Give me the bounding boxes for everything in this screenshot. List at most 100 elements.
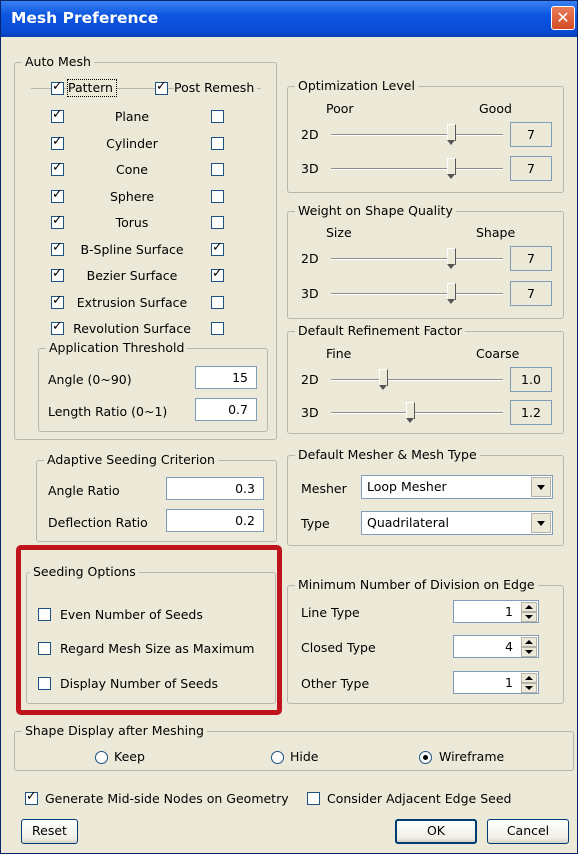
optimization-2d-slider-thumb[interactable] [447,124,457,145]
surface-label-5: Torus [115,215,149,230]
type-label: Type [301,516,330,531]
adjacent-edge-seed-checkbox[interactable] [307,792,320,805]
closed-type-value: 4 [505,639,513,654]
angle-ratio-input[interactable]: 0.3 [166,477,264,500]
mesher-dropdown-arrow-icon[interactable] [531,477,551,497]
min-division-legend: Minimum Number of Division on Edge [295,577,538,593]
closed-type-label: Closed Type [301,640,376,655]
closed-type-spinner[interactable]: 4 [453,635,539,658]
mesh-type-dropdown-arrow-icon[interactable] [531,513,551,533]
weight-3d-slider-thumb[interactable] [447,283,457,304]
weight-3d-label: 3D [301,286,319,301]
pattern-checkbox-9[interactable] [51,319,64,335]
adjacent-edge-seed-label: Consider Adjacent Edge Seed [327,791,512,806]
application-threshold-legend: Application Threshold [46,340,188,356]
reset-button[interactable]: Reset [21,819,78,844]
pattern-header-label: Pattern [67,79,117,97]
post-remesh-checkbox-5[interactable] [211,216,224,229]
post-remesh-checkbox-6[interactable] [211,240,224,256]
pattern-checkbox-7[interactable] [51,266,64,282]
line-type-label: Line Type [301,605,360,620]
other-type-value: 1 [505,675,513,690]
pattern-checkbox-4[interactable] [51,187,64,203]
weight-shape-label: Shape [476,225,516,240]
other-type-down-icon[interactable] [521,683,537,693]
pattern-checkbox-2[interactable] [51,134,64,150]
optimization-good-label: Good [479,101,512,116]
hide-label: Hide [290,749,319,764]
length-ratio-label: Length Ratio (0~1) [48,404,168,419]
keep-label: Keep [114,749,145,764]
mesh-type-select[interactable]: Quadrilateral [361,511,553,535]
deflection-ratio-input[interactable]: 0.2 [166,509,264,532]
refinement-coarse-label: Coarse [476,346,520,361]
optimization-2d-label: 2D [301,127,319,142]
midside-nodes-label: Generate Mid-side Nodes on Geometry [45,791,289,806]
post-remesh-checkbox-4[interactable] [211,190,224,203]
pattern-checkbox-6[interactable] [51,240,64,256]
pattern-header-checkbox[interactable] [51,79,64,95]
ok-button[interactable]: OK [395,819,477,844]
line-type-value: 1 [505,604,513,619]
hide-radio[interactable] [271,751,284,764]
refinement-2d-label: 2D [301,372,319,387]
optimization-3d-label: 3D [301,161,319,176]
line-type-up-icon[interactable] [521,602,537,612]
refinement-2d-value: 1.0 [510,367,552,392]
closed-type-up-icon[interactable] [521,637,537,647]
optimization-3d-value: 7 [510,156,552,181]
surface-label-8: Extrusion Surface [76,295,188,310]
weight-3d-value: 7 [510,281,552,306]
weight-3d-slider[interactable] [331,293,503,295]
post-remesh-checkbox-3[interactable] [211,163,224,176]
length-ratio-input[interactable]: 0.7 [195,398,257,421]
pattern-checkbox-8[interactable] [51,293,64,309]
mesher-select[interactable]: Loop Mesher [361,475,553,499]
other-type-spinner[interactable]: 1 [453,671,539,694]
pattern-checkbox-5[interactable] [51,213,64,229]
refinement-3d-slider[interactable] [331,412,503,414]
shape-display-legend: Shape Display after Meshing [22,723,207,739]
pattern-checkbox-3[interactable] [51,160,64,176]
post-remesh-header-checkbox[interactable] [155,79,168,95]
mesher-select-value: Loop Mesher [367,479,447,494]
highlight-box [16,545,282,715]
mesh-preference-dialog: Mesh Preference ✕ Auto Mesh Pattern Post… [0,0,578,854]
optimization-3d-slider-thumb[interactable] [447,158,457,179]
title-bar[interactable]: Mesh Preference ✕ [1,1,577,37]
optimization-3d-slider[interactable] [331,168,503,170]
optimization-2d-slider[interactable] [331,134,503,136]
cancel-button[interactable]: Cancel [487,819,569,844]
line-type-down-icon[interactable] [521,612,537,622]
weight-size-label: Size [326,225,352,240]
post-remesh-checkbox-2[interactable] [211,137,224,150]
surface-label-6: B-Spline Surface [80,242,184,257]
adaptive-seeding-legend: Adaptive Seeding Criterion [44,452,218,468]
wireframe-radio[interactable] [419,751,432,764]
refinement-2d-slider[interactable] [331,379,503,381]
closed-type-down-icon[interactable] [521,647,537,657]
surface-label-4: Sphere [109,189,155,204]
post-remesh-checkbox-8[interactable] [211,296,224,309]
midside-nodes-checkbox[interactable] [25,789,38,805]
close-button[interactable]: ✕ [551,6,575,30]
refinement-2d-slider-thumb[interactable] [378,369,388,390]
refinement-3d-slider-thumb[interactable] [406,402,416,423]
other-type-up-icon[interactable] [521,673,537,683]
wireframe-label: Wireframe [439,749,505,764]
pattern-checkbox-1[interactable] [51,107,64,123]
post-remesh-checkbox-1[interactable] [211,110,224,123]
angle-input[interactable]: 15 [195,366,257,389]
line-type-spinner[interactable]: 1 [453,600,539,623]
window-title: Mesh Preference [11,9,159,27]
mesher-type-legend: Default Mesher & Mesh Type [295,447,480,463]
weight-2d-slider[interactable] [331,258,503,260]
optimization-level-legend: Optimization Level [295,78,418,94]
post-remesh-checkbox-9[interactable] [211,322,224,335]
mesher-label: Mesher [301,481,347,496]
post-remesh-checkbox-7[interactable] [211,266,224,282]
weight-2d-slider-thumb[interactable] [447,248,457,269]
keep-radio[interactable] [95,751,108,764]
weight-2d-label: 2D [301,251,319,266]
surface-label-9: Revolution Surface [73,321,191,336]
